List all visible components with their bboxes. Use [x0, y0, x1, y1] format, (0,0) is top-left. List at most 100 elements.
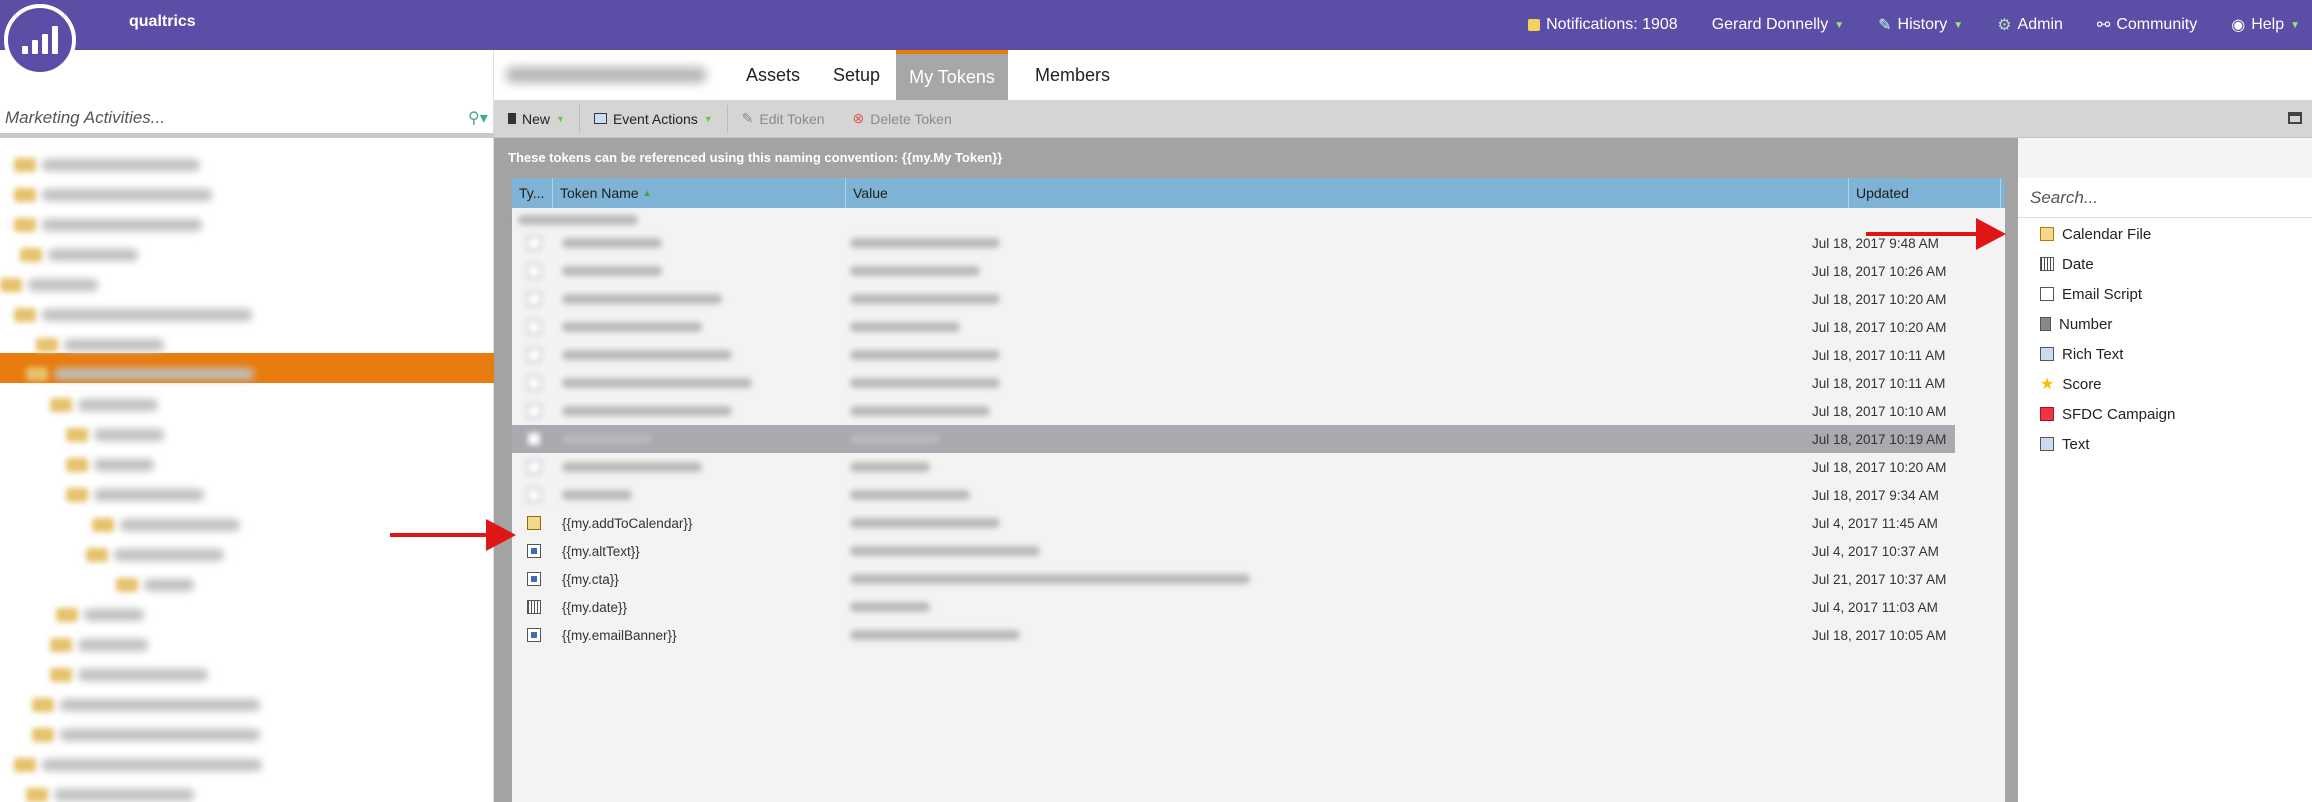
- table-row[interactable]: {{my.cta}} Jul 21, 2017 10:37 AM: [512, 565, 1955, 593]
- tree-item[interactable]: [26, 364, 254, 384]
- table-row[interactable]: Jul 18, 2017 10:26 AM: [512, 257, 1955, 285]
- notifications-link[interactable]: Notifications: 1908: [1528, 16, 1678, 34]
- tree-item[interactable]: [36, 335, 164, 355]
- edit-token-button[interactable]: ✎ Edit Token: [728, 110, 839, 127]
- event-actions-icon: [593, 113, 607, 124]
- tree-item[interactable]: [66, 485, 204, 505]
- token-updated-cell: Jul 4, 2017 11:03 AM: [1812, 599, 1938, 615]
- table-row[interactable]: {{my.emailBanner}} Jul 18, 2017 10:05 AM: [512, 621, 1955, 649]
- column-value[interactable]: Value: [846, 178, 1849, 208]
- table-row[interactable]: {{my.addToCalendar}} Jul 4, 2017 11:45 AM: [512, 509, 1955, 537]
- new-button[interactable]: New ▼: [494, 111, 579, 127]
- help-icon: ◉: [2231, 17, 2246, 34]
- tree-item[interactable]: [14, 305, 252, 325]
- tab-members[interactable]: Members: [1035, 50, 1110, 100]
- token-type-icon: [527, 432, 541, 446]
- folder-icon: [50, 668, 72, 682]
- tree-item[interactable]: [32, 725, 260, 745]
- admin-link[interactable]: ⚙ Admin: [1997, 15, 2063, 35]
- tree-divider: [0, 133, 494, 138]
- tree-item[interactable]: [20, 245, 138, 265]
- tab-my-tokens[interactable]: My Tokens: [896, 50, 1008, 100]
- table-row[interactable]: Jul 18, 2017 10:20 AM: [512, 285, 1955, 313]
- tree-item[interactable]: [14, 755, 262, 775]
- chevron-down-icon: ▼: [1834, 19, 1845, 31]
- delete-token-button[interactable]: ⊗ Delete Token: [839, 110, 966, 127]
- token-updated-cell: Jul 18, 2017 10:11 AM: [1812, 347, 1946, 363]
- community-label: Community: [2116, 16, 2198, 33]
- tree-item[interactable]: [26, 785, 194, 802]
- tree-item[interactable]: [14, 215, 202, 235]
- table-row[interactable]: Jul 18, 2017 10:20 AM: [512, 313, 1955, 341]
- token-name-cell: [562, 425, 652, 453]
- user-menu[interactable]: Gerard Donnelly ▼: [1712, 16, 1844, 34]
- tree-item[interactable]: [14, 155, 200, 175]
- table-row[interactable]: Jul 18, 2017 10:11 AM: [512, 341, 1955, 369]
- table-row[interactable]: Jul 18, 2017 10:10 AM: [512, 397, 1955, 425]
- token-value-cell: [850, 509, 1000, 537]
- token-type-rich-text[interactable]: Rich Text: [2040, 339, 2123, 369]
- tree-item[interactable]: [66, 455, 154, 475]
- token-value-cell: [850, 453, 930, 481]
- chevron-down-icon: ▼: [703, 113, 713, 124]
- tab-assets[interactable]: Assets: [746, 50, 800, 100]
- number-icon: [2040, 317, 2051, 331]
- tree-search-input[interactable]: Marketing Activities...: [5, 108, 468, 128]
- tree-item[interactable]: [50, 635, 148, 655]
- help-menu[interactable]: ◉ Help ▼: [2231, 15, 2300, 35]
- table-row[interactable]: Jul 18, 2017 9:48 AM: [512, 229, 1955, 257]
- tree-item[interactable]: [14, 185, 212, 205]
- tree-item[interactable]: [32, 695, 260, 715]
- marketo-logo[interactable]: [4, 4, 76, 76]
- tab-setup[interactable]: Setup: [833, 50, 880, 100]
- table-row[interactable]: Jul 18, 2017 10:19 AM: [512, 425, 1955, 453]
- tree-item[interactable]: [56, 605, 144, 625]
- folder-icon: [50, 398, 72, 412]
- folder-icon: [26, 788, 48, 802]
- token-name-cell: [562, 229, 662, 257]
- event-actions-button[interactable]: Event Actions ▼: [580, 111, 727, 127]
- column-token-name[interactable]: Token Name ▲: [553, 178, 846, 208]
- token-type-text[interactable]: Text: [2040, 429, 2090, 459]
- token-type-icon: [527, 320, 541, 334]
- community-link[interactable]: ⚯ Community: [2097, 15, 2197, 35]
- column-type[interactable]: Ty...: [512, 178, 553, 208]
- folder-icon: [36, 338, 58, 352]
- token-type-date[interactable]: Date: [2040, 249, 2094, 279]
- table-row[interactable]: Jul 18, 2017 10:11 AM: [512, 369, 1955, 397]
- top-nav: Notifications: 1908 Gerard Donnelly ▼ ✎ …: [1528, 0, 2312, 50]
- token-type-search[interactable]: Search...: [2018, 178, 2312, 218]
- tree-item[interactable]: [116, 575, 194, 595]
- tree-item[interactable]: [92, 515, 240, 535]
- token-type-score[interactable]: ★ Score: [2040, 369, 2102, 399]
- tree-item[interactable]: [50, 665, 208, 685]
- token-types-panel: Search... Calendar File Date Email Scrip…: [2018, 178, 2312, 802]
- history-icon: ✎: [1878, 17, 1892, 34]
- tree-item[interactable]: [66, 425, 164, 445]
- column-updated[interactable]: Updated: [1849, 178, 2001, 208]
- table-row[interactable]: {{my.date}} Jul 4, 2017 11:03 AM: [512, 593, 1955, 621]
- tree-search[interactable]: Marketing Activities... ⚲▾: [0, 100, 494, 136]
- token-type-email-script[interactable]: Email Script: [2040, 279, 2142, 309]
- folder-icon: [56, 608, 78, 622]
- token-name-cell: [562, 453, 702, 481]
- filter-icon[interactable]: ⚲▾: [468, 108, 488, 128]
- token-type-sfdc-campaign[interactable]: SFDC Campaign: [2040, 399, 2175, 429]
- history-label: History: [1897, 16, 1948, 33]
- token-type-number[interactable]: Number: [2040, 309, 2112, 339]
- tree-item[interactable]: [50, 395, 158, 415]
- table-row[interactable]: {{my.altText}} Jul 4, 2017 10:37 AM: [512, 537, 1955, 565]
- token-updated-cell: Jul 18, 2017 10:20 AM: [1812, 459, 1947, 475]
- token-updated-cell: Jul 18, 2017 10:05 AM: [1812, 627, 1947, 643]
- table-row[interactable]: Jul 18, 2017 10:20 AM: [512, 453, 1955, 481]
- maximize-icon[interactable]: [2288, 112, 2302, 124]
- token-updated-cell: Jul 18, 2017 10:11 AM: [1812, 375, 1946, 391]
- token-type-icon: [527, 264, 541, 278]
- token-type-icon: [527, 404, 541, 418]
- token-value-cell: [850, 537, 1040, 565]
- tree-item[interactable]: [86, 545, 224, 565]
- table-row[interactable]: Jul 18, 2017 9:34 AM: [512, 481, 1955, 509]
- token-type-calendar-file[interactable]: Calendar File: [2040, 219, 2151, 249]
- tree-item[interactable]: [0, 275, 98, 295]
- history-menu[interactable]: ✎ History ▼: [1878, 15, 1963, 35]
